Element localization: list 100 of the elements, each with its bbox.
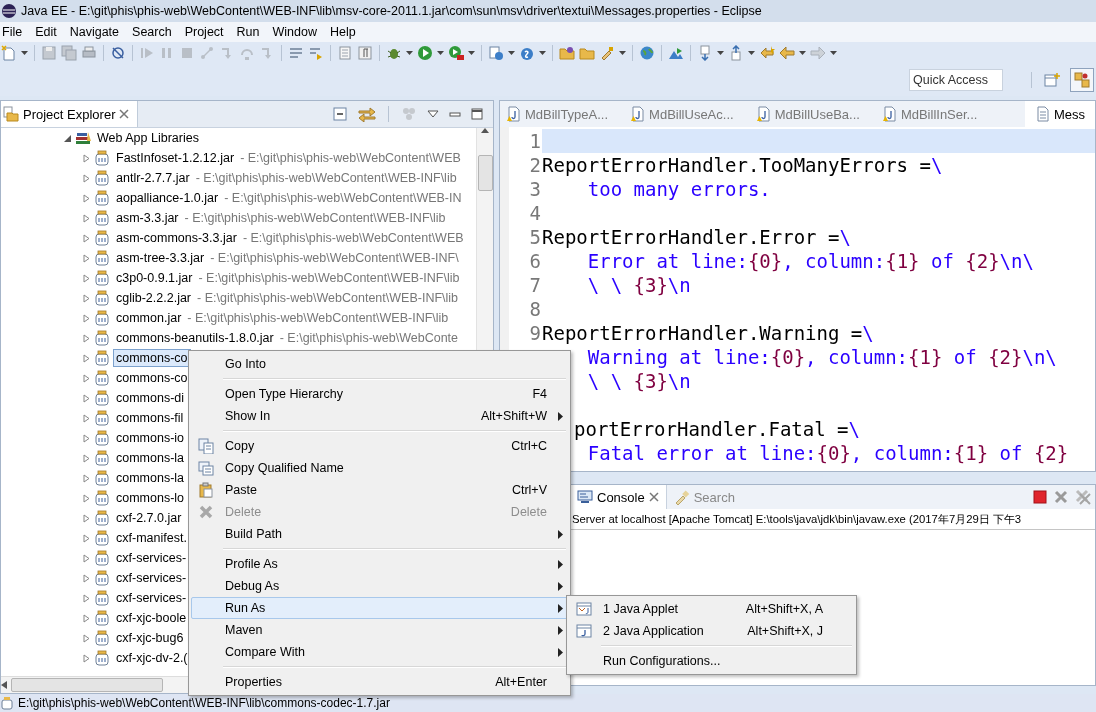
crossed-circle-icon[interactable] (110, 45, 126, 61)
collapsed-arrow-icon[interactable] (82, 413, 91, 423)
caret-icon[interactable] (21, 51, 28, 55)
tree-item[interactable]: commons-fil (113, 409, 187, 427)
tree-item[interactable]: c3p0-0.9.1.jar (113, 269, 196, 287)
collapsed-arrow-icon[interactable] (82, 593, 91, 603)
tree-item[interactable]: cglib-2.2.2.jar (113, 289, 195, 307)
globe-document-icon[interactable] (488, 45, 504, 61)
collapsed-arrow-icon[interactable] (82, 313, 91, 323)
tree-item[interactable]: commons-io (113, 429, 188, 447)
page-icon[interactable] (337, 45, 353, 61)
collapsed-arrow-icon[interactable] (82, 653, 91, 663)
caret-icon[interactable] (619, 51, 626, 55)
ball-icon[interactable] (519, 45, 535, 61)
caret-icon[interactable] (799, 51, 806, 55)
collapsed-arrow-icon[interactable] (82, 393, 91, 403)
globe-icon[interactable] (639, 45, 655, 61)
tree-item[interactable]: cxf-2.7.0.jar (113, 509, 185, 527)
caret-icon[interactable] (830, 51, 837, 55)
caret-icon[interactable] (748, 51, 755, 55)
remove-all-icon[interactable] (1075, 489, 1091, 505)
collapsed-arrow-icon[interactable] (82, 353, 91, 363)
menu-item[interactable]: Debug As (191, 575, 568, 597)
menu-item[interactable]: 1 Java Applet Alt+Shift+X, A (569, 598, 854, 620)
scrollbar-thumb[interactable] (477, 155, 493, 191)
tree-item[interactable]: aopalliance-1.0.jar (113, 189, 222, 207)
caret-icon[interactable] (508, 51, 515, 55)
collapsed-arrow-icon[interactable] (82, 333, 91, 343)
caret-icon[interactable] (539, 51, 546, 55)
tree-item[interactable]: cxf-xjc-boole (113, 609, 190, 627)
menu-item[interactable]: Compare With (191, 641, 568, 663)
tree-item[interactable]: asm-commons-3.3.jar (113, 229, 240, 247)
editor-tab[interactable]: Mess (1024, 101, 1095, 127)
caret-icon[interactable] (468, 51, 475, 55)
collapsed-arrow-icon[interactable] (82, 633, 91, 643)
tree-item[interactable]: Web App Libraries (94, 129, 202, 147)
menu-item[interactable]: Help (327, 25, 362, 39)
collapsed-arrow-icon[interactable] (82, 233, 91, 243)
remove-icon[interactable] (1054, 490, 1068, 504)
menu-item[interactable]: Run Configurations... (569, 650, 854, 672)
menu-item[interactable]: Run As (191, 597, 568, 619)
tree-item[interactable]: commons-beanutils-1.8.0.jar (113, 329, 277, 347)
menu-item[interactable]: Edit (33, 25, 63, 39)
menu-item[interactable]: Run (234, 25, 266, 39)
menu-item[interactable]: Project (182, 25, 230, 39)
expanded-arrow-icon[interactable] (63, 133, 72, 143)
up-arrow-icon[interactable] (481, 128, 489, 133)
editor-tab[interactable]: MdBillInSer... (879, 101, 980, 127)
tree-item[interactable]: cxf-xjc-dv-2.( (113, 649, 191, 667)
tree-item[interactable]: asm-tree-3.3.jar (113, 249, 208, 267)
left-arrow-icon[interactable] (1, 681, 7, 689)
lines-icon[interactable] (288, 45, 304, 61)
collapsed-arrow-icon[interactable] (82, 613, 91, 623)
collapsed-arrow-icon[interactable] (82, 453, 91, 463)
collapsed-arrow-icon[interactable] (82, 533, 91, 543)
stop-icon[interactable] (1033, 490, 1047, 504)
tree-item[interactable]: cxf-services- (113, 589, 190, 607)
tree-item[interactable]: commons-la (113, 469, 188, 487)
close-icon[interactable] (119, 109, 130, 119)
menu-item[interactable]: 2 Java Application Alt+Shift+X, J (569, 620, 854, 642)
tree-item[interactable]: FastInfoset-1.2.12.jar (113, 149, 238, 167)
up-arrow-icon[interactable] (728, 45, 744, 61)
quick-access-field[interactable]: Quick Access (909, 69, 1003, 91)
collapsed-arrow-icon[interactable] (82, 193, 91, 203)
menu-item[interactable]: File (0, 25, 29, 39)
menu-item[interactable]: Properties Alt+Enter (191, 671, 568, 693)
caret-icon[interactable] (406, 51, 413, 55)
collapsed-arrow-icon[interactable] (82, 553, 91, 563)
menu-item[interactable]: Show In Alt+Shift+W (191, 405, 568, 427)
folder-icon[interactable] (559, 45, 575, 61)
tree-item[interactable]: commons-co (113, 369, 191, 387)
collapsed-arrow-icon[interactable] (82, 573, 91, 583)
collapsed-arrow-icon[interactable] (82, 473, 91, 483)
editor-tab[interactable]: MdBillUseBa... (753, 101, 862, 127)
collapsed-arrow-icon[interactable] (82, 493, 91, 503)
tree-item[interactable]: cxf-manifest. (113, 529, 190, 547)
paragraph-icon[interactable] (357, 45, 373, 61)
view-menu-icon[interactable] (427, 110, 439, 118)
collapsed-arrow-icon[interactable] (82, 173, 91, 183)
collapsed-arrow-icon[interactable] (82, 513, 91, 523)
floppy-disks-icon[interactable] (61, 45, 77, 61)
printer-icon[interactable] (81, 45, 97, 61)
collapsed-arrow-icon[interactable] (82, 213, 91, 223)
collapsed-arrow-icon[interactable] (82, 153, 91, 163)
menu-item[interactable]: Copy Qualified Name (191, 457, 568, 479)
menu-item[interactable]: Open Type Hierarchy F4 (191, 383, 568, 405)
link-arrows-icon[interactable] (358, 106, 376, 122)
view-tab[interactable]: Console (570, 485, 667, 509)
menu-item[interactable]: Profile As (191, 553, 568, 575)
menu-item[interactable]: Navigate (67, 25, 126, 39)
caret-icon[interactable] (437, 51, 444, 55)
tree-item[interactable]: cxf-xjc-bug6 (113, 629, 187, 647)
menu-item[interactable]: Maven (191, 619, 568, 641)
collapsed-arrow-icon[interactable] (82, 273, 91, 283)
play-icon[interactable] (417, 45, 433, 61)
collapsed-arrow-icon[interactable] (82, 373, 91, 383)
tree-item[interactable]: asm-3.3.jar (113, 209, 182, 227)
menu-item[interactable]: Window (270, 25, 323, 39)
collapsed-arrow-icon[interactable] (82, 293, 91, 303)
collapse-all-icon[interactable] (332, 106, 348, 122)
